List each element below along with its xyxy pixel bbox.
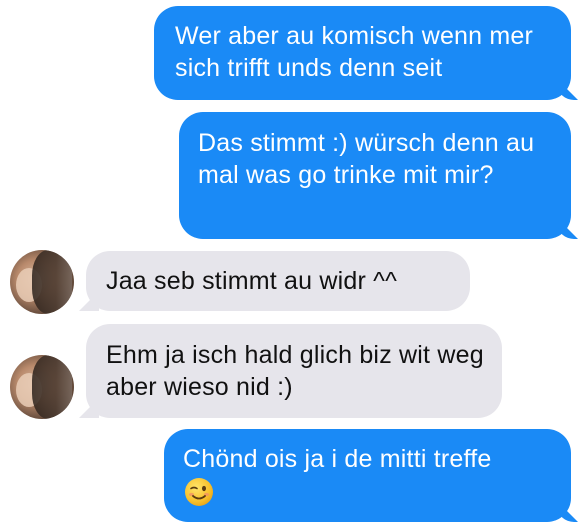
outgoing-message-bubble[interactable]: Das stimmt :) würsch denn au mal was go … <box>179 112 571 239</box>
outgoing-message-bubble[interactable]: Wer aber au komisch wenn mer sich trifft… <box>154 6 571 100</box>
incoming-message-bubble[interactable]: Jaa seb stimmt au widr ^^ <box>86 251 470 311</box>
message-text: Das stimmt :) würsch denn au mal was go … <box>198 129 535 189</box>
contact-avatar[interactable] <box>10 250 74 314</box>
message-text: Jaa seb stimmt au widr ^^ <box>106 267 398 295</box>
outgoing-message-bubble[interactable]: Chönd ois ja i de mitti treffe <box>164 429 571 522</box>
message-thread: Wer aber au komisch wenn mer sich trifft… <box>0 0 582 529</box>
contact-avatar[interactable] <box>10 355 74 419</box>
winking-face-emoji <box>183 476 215 508</box>
incoming-message-bubble[interactable]: Ehm ja isch hald glich biz wit weg aber … <box>86 324 502 418</box>
message-text: Chönd ois ja i de mitti treffe <box>183 445 492 473</box>
avatar-hair <box>32 250 72 314</box>
avatar-hair <box>32 355 72 419</box>
message-text: Wer aber au komisch wenn mer sich trifft… <box>175 22 534 82</box>
message-text: Ehm ja isch hald glich biz wit weg aber … <box>106 341 484 401</box>
